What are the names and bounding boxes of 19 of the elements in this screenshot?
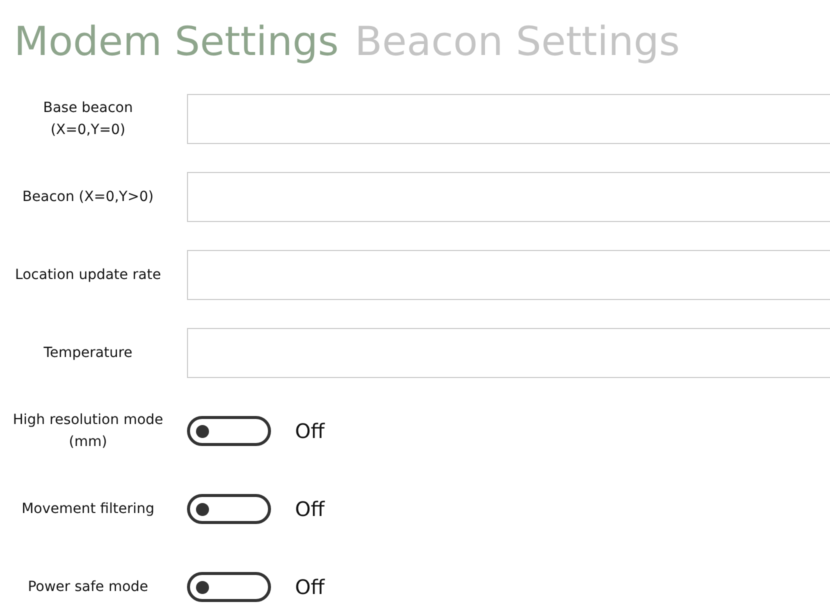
toggle-switch[interactable] [187, 494, 271, 524]
toggle-state: Off [295, 575, 325, 599]
toggle-label: High resolution mode (mm) [12, 411, 164, 452]
settings-tab[interactable]: Modem Settings [14, 14, 339, 70]
input-field[interactable] [187, 94, 830, 144]
toggle-state: Off [295, 497, 325, 521]
field-label: Temperature [42, 344, 134, 363]
field-label: Location update rate [14, 266, 162, 285]
field-label: Beacon (X=0,Y>0) [21, 188, 155, 207]
toggle-label: Power safe mode [26, 578, 150, 597]
input-field[interactable] [187, 172, 830, 222]
input-field[interactable] [187, 250, 830, 300]
toggle-switch[interactable] [187, 416, 271, 446]
settings-tab[interactable]: Beacon Settings [354, 14, 680, 70]
toggle-label: Movement filtering [20, 500, 156, 519]
field-label: Base beacon (X=0,Y=0) [42, 99, 134, 140]
toggle-state: Off [295, 419, 325, 443]
toggle-switch[interactable] [187, 572, 271, 602]
input-field[interactable] [187, 328, 830, 378]
